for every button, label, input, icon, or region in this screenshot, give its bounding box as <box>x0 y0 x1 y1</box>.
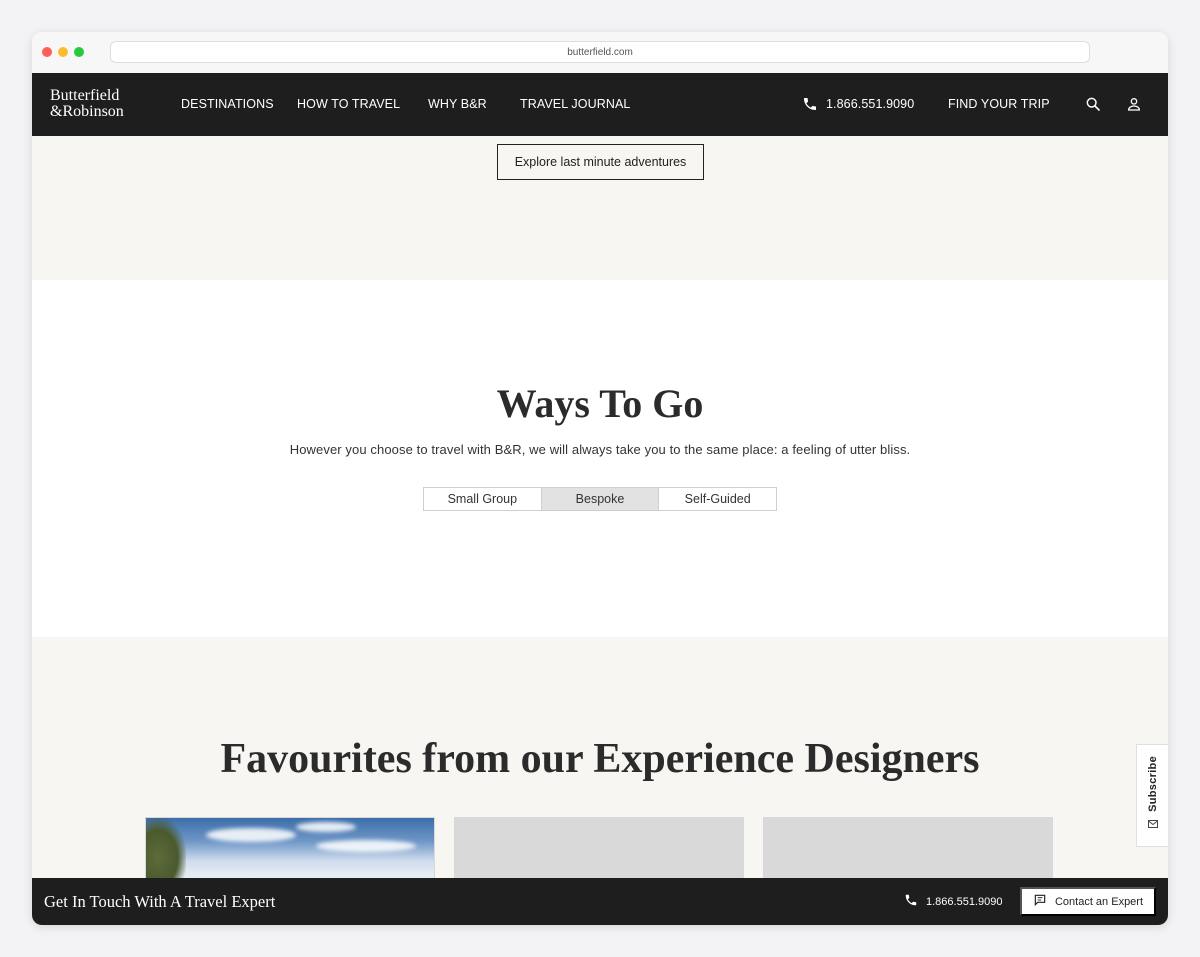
explore-last-minute-button[interactable]: Explore last minute adventures <box>497 144 704 180</box>
browser-titlebar: butterfield.com <box>32 32 1168 73</box>
phone-icon <box>802 96 818 117</box>
footer-phone-number: 1.866.551.9090 <box>926 895 1003 908</box>
nav-find-your-trip[interactable]: FIND YOUR TRIP <box>948 97 1050 111</box>
card-image-cloud <box>296 822 356 832</box>
browser-window: butterfield.com Butterfield &Robinson DE… <box>32 32 1168 925</box>
ways-to-go-title: Ways To Go <box>496 381 704 426</box>
hero-section: Explore last minute adventures <box>32 136 1168 280</box>
contact-footer-bar: Get In Touch With A Travel Expert 1.866.… <box>32 878 1168 925</box>
ways-to-go-subtitle: However you choose to travel with B&R, w… <box>289 442 911 457</box>
address-bar-url: butterfield.com <box>567 46 633 58</box>
mail-icon <box>1147 817 1159 835</box>
card-image-cloud <box>316 840 416 852</box>
search-icon[interactable] <box>1085 96 1101 117</box>
ways-to-go-section: Ways To Go However you choose to travel … <box>32 280 1168 637</box>
nav-travel-journal[interactable]: TRAVEL JOURNAL <box>520 97 630 111</box>
subscribe-label: Subscribe <box>1146 755 1159 812</box>
tab-small-group[interactable]: Small Group <box>424 488 542 510</box>
contact-expert-label: Contact an Expert <box>1054 895 1144 908</box>
footer-title: Get In Touch With A Travel Expert <box>44 892 276 911</box>
address-bar[interactable]: butterfield.com <box>110 41 1090 63</box>
nav-why-br[interactable]: WHY B&R <box>428 97 487 111</box>
chat-icon <box>1033 893 1047 910</box>
main-navigation: Butterfield &Robinson DESTINATIONS HOW T… <box>32 73 1168 136</box>
favourites-title: Favourites from our Experience Designers <box>220 736 980 782</box>
close-window-button[interactable] <box>42 47 52 57</box>
user-icon[interactable] <box>1126 96 1142 117</box>
contact-expert-button[interactable]: Contact an Expert <box>1020 887 1156 916</box>
site-logo[interactable]: Butterfield &Robinson <box>50 88 124 120</box>
nav-phone-number[interactable]: 1.866.551.9090 <box>826 97 914 111</box>
travel-style-tabs: Small Group Bespoke Self-Guided <box>423 487 777 511</box>
maximize-window-button[interactable] <box>74 47 84 57</box>
card-image-cloud <box>206 828 296 842</box>
subscribe-tab[interactable]: Subscribe <box>1136 744 1168 847</box>
nav-how-to-travel[interactable]: HOW TO TRAVEL <box>297 97 400 111</box>
nav-destinations[interactable]: DESTINATIONS <box>181 97 274 111</box>
footer-phone-link[interactable]: 1.866.551.9090 <box>904 893 1002 910</box>
tab-self-guided[interactable]: Self-Guided <box>659 488 777 510</box>
minimize-window-button[interactable] <box>58 47 68 57</box>
phone-icon <box>904 893 918 910</box>
tab-bespoke[interactable]: Bespoke <box>541 488 660 510</box>
